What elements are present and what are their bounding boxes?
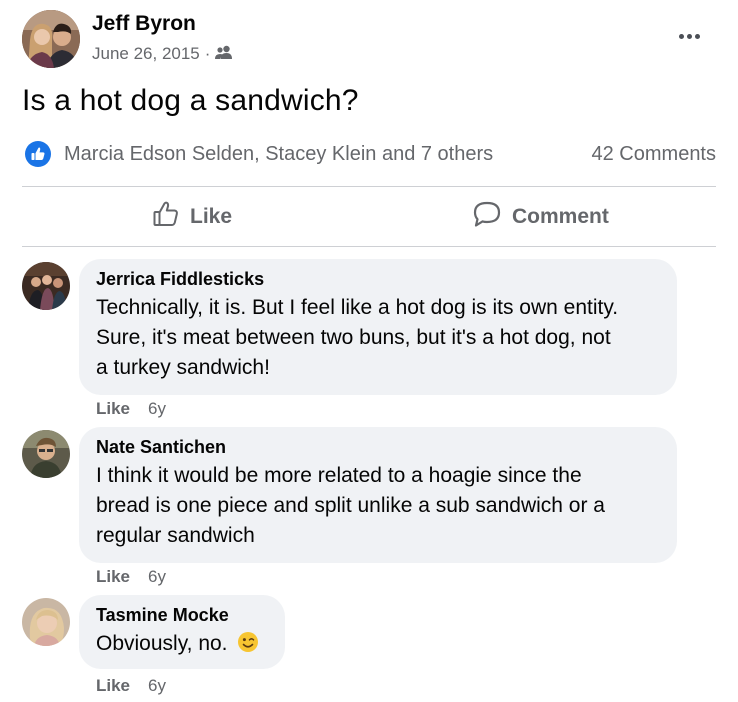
comment-line: I think it would be more related to a ho… xyxy=(96,464,582,487)
like-reaction-icon[interactable] xyxy=(25,141,51,167)
post-date[interactable]: June 26, 2015 xyxy=(92,44,200,64)
like-button[interactable]: Like xyxy=(152,198,232,236)
comment-text: Technically, it is. But I feel like a ho… xyxy=(96,293,661,383)
divider xyxy=(22,186,716,187)
comment-timestamp[interactable]: 6y xyxy=(148,567,166,587)
commenter-avatar[interactable] xyxy=(22,430,70,478)
reaction-names[interactable]: Marcia Edson Selden, Stacey Klein and 7 … xyxy=(64,143,493,166)
thumbs-up-icon xyxy=(152,200,180,234)
post-meta: June 26, 2015 · xyxy=(92,44,233,64)
commenter-name[interactable]: Tasmine Mocke xyxy=(96,605,269,626)
author-avatar[interactable] xyxy=(22,10,80,68)
meta-separator: · xyxy=(204,44,211,63)
comment-bubble-icon xyxy=(472,200,502,234)
comment-button-label: Comment xyxy=(512,205,609,228)
comment-line: bread is one piece and split unlike a su… xyxy=(96,494,605,517)
comment-bubble: Tasmine Mocke Obviously, no. xyxy=(79,595,285,669)
comment-actions: Like 6y xyxy=(96,567,166,587)
comment-timestamp[interactable]: 6y xyxy=(148,399,166,419)
commenter-avatar[interactable] xyxy=(22,598,70,646)
comment-like-button[interactable]: Like xyxy=(96,676,130,696)
commenter-name[interactable]: Jerrica Fiddlesticks xyxy=(96,269,661,290)
commenter-name[interactable]: Nate Santichen xyxy=(96,437,661,458)
like-button-label: Like xyxy=(190,205,233,228)
comment-timestamp[interactable]: 6y xyxy=(148,676,166,696)
author-name[interactable]: Jeff Byron xyxy=(92,12,196,36)
more-options-dot xyxy=(694,33,700,39)
comment-line: a turkey sandwich! xyxy=(96,356,270,379)
comment-line: regular sandwich xyxy=(96,524,255,547)
comment-actions: Like 6y xyxy=(96,676,166,696)
comment-button[interactable]: Comment xyxy=(472,198,609,236)
comment-actions: Like 6y xyxy=(96,399,166,419)
more-options-icon xyxy=(678,33,684,39)
comment-text: Obviously, no. xyxy=(96,629,269,662)
more-options-dot xyxy=(686,33,692,39)
comment-text: I think it would be more related to a ho… xyxy=(96,461,661,551)
winking-face-emoji xyxy=(237,631,259,662)
comment-bubble: Jerrica Fiddlesticks Technically, it is.… xyxy=(79,259,677,395)
comment-bubble: Nate Santichen I think it would be more … xyxy=(79,427,677,563)
comment-line: Technically, it is. But I feel like a ho… xyxy=(96,296,619,319)
comment-like-button[interactable]: Like xyxy=(96,567,130,587)
divider xyxy=(22,246,716,247)
comment-line: Sure, it's meat between two buns, but it… xyxy=(96,326,611,349)
comment-like-button[interactable]: Like xyxy=(96,399,130,419)
commenter-avatar[interactable] xyxy=(22,262,70,310)
post-text: Is a hot dog a sandwich? xyxy=(22,84,359,117)
reactions-summary: Marcia Edson Selden, Stacey Klein and 7 … xyxy=(22,138,716,172)
comment-count[interactable]: 42 Comments xyxy=(592,143,717,166)
more-options-button[interactable] xyxy=(672,22,706,50)
comment-line: Obviously, no. xyxy=(96,632,228,655)
friends-icon[interactable] xyxy=(215,44,233,64)
facebook-post: Jeff Byron June 26, 2015 · Is a hot dog … xyxy=(0,0,738,702)
